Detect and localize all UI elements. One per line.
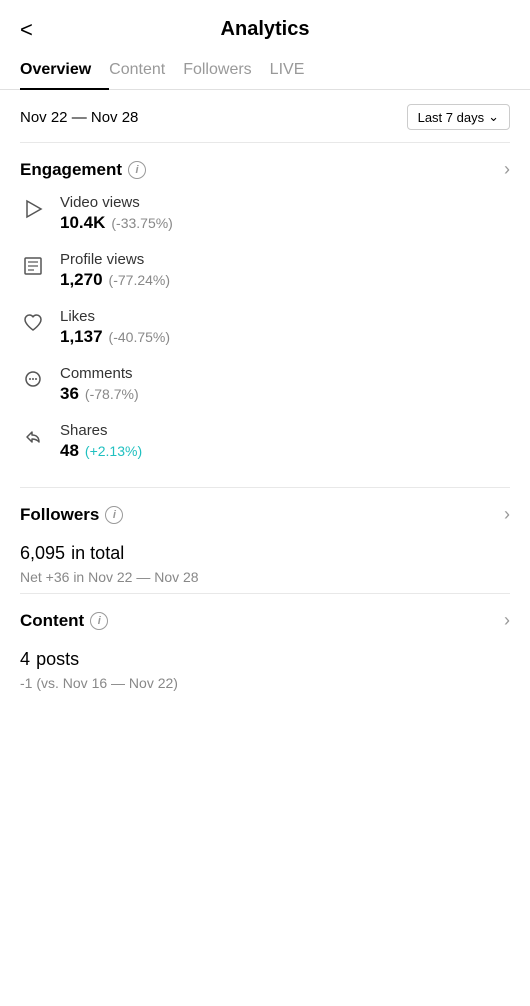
- tab-live[interactable]: LIVE: [270, 51, 323, 89]
- engagement-info-icon[interactable]: i: [128, 161, 146, 179]
- followers-section: Followers i › 6,095 in total Net +36 in …: [0, 488, 530, 593]
- comments-label: Comments: [60, 365, 510, 382]
- content-title: Content i: [20, 611, 108, 631]
- content-posts-label: posts: [36, 649, 79, 669]
- comments-content: Comments 36 (-78.7%): [60, 365, 510, 404]
- metric-comments: Comments 36 (-78.7%): [20, 365, 510, 404]
- comments-value: 36: [60, 384, 79, 404]
- engagement-section: Engagement i › Video views 10.4K (-33.75…: [0, 143, 530, 487]
- engagement-header: Engagement i ›: [20, 159, 510, 180]
- metric-video-views: Video views 10.4K (-33.75%): [20, 194, 510, 233]
- content-posts: 4 posts: [20, 645, 510, 671]
- content-chevron-icon[interactable]: ›: [504, 610, 510, 631]
- likes-value-row: 1,137 (-40.75%): [60, 327, 510, 347]
- profile-views-label: Profile views: [60, 251, 510, 268]
- profile-icon: [20, 253, 46, 279]
- profile-views-value: 1,270: [60, 270, 103, 290]
- content-compare: -1 (vs. Nov 16 — Nov 22): [20, 675, 510, 691]
- followers-header: Followers i ›: [20, 504, 510, 525]
- metric-likes: Likes 1,137 (-40.75%): [20, 308, 510, 347]
- chevron-down-icon: ⌄: [488, 109, 499, 125]
- shares-value: 48: [60, 441, 79, 461]
- likes-label: Likes: [60, 308, 510, 325]
- likes-content: Likes 1,137 (-40.75%): [60, 308, 510, 347]
- date-selector-label: Last 7 days: [418, 110, 485, 125]
- content-info-icon[interactable]: i: [90, 612, 108, 630]
- play-icon: [20, 196, 46, 222]
- tab-content[interactable]: Content: [109, 51, 183, 89]
- video-views-value: 10.4K: [60, 213, 105, 233]
- profile-views-content: Profile views 1,270 (-77.24%): [60, 251, 510, 290]
- metric-profile-views: Profile views 1,270 (-77.24%): [20, 251, 510, 290]
- engagement-chevron-icon[interactable]: ›: [504, 159, 510, 180]
- comments-change: (-78.7%): [85, 386, 139, 402]
- shares-value-row: 48 (+2.13%): [60, 441, 510, 461]
- header: < Analytics: [0, 0, 530, 51]
- profile-views-value-row: 1,270 (-77.24%): [60, 270, 510, 290]
- likes-value: 1,137: [60, 327, 103, 347]
- date-range-label: Nov 22 — Nov 28: [20, 109, 138, 126]
- share-icon: [20, 424, 46, 450]
- date-row: Nov 22 — Nov 28 Last 7 days ⌄: [0, 90, 530, 142]
- followers-total: 6,095 in total: [20, 539, 510, 565]
- followers-chevron-icon[interactable]: ›: [504, 504, 510, 525]
- tab-overview[interactable]: Overview: [20, 51, 109, 89]
- heart-icon: [20, 310, 46, 336]
- followers-title: Followers i: [20, 505, 123, 525]
- followers-total-label: in total: [71, 543, 124, 563]
- video-views-value-row: 10.4K (-33.75%): [60, 213, 510, 233]
- comment-icon: [20, 367, 46, 393]
- followers-info-icon[interactable]: i: [105, 506, 123, 524]
- page-title: Analytics: [221, 18, 310, 41]
- shares-content: Shares 48 (+2.13%): [60, 422, 510, 461]
- metric-shares: Shares 48 (+2.13%): [20, 422, 510, 461]
- video-views-content: Video views 10.4K (-33.75%): [60, 194, 510, 233]
- content-header: Content i ›: [20, 610, 510, 631]
- shares-label: Shares: [60, 422, 510, 439]
- back-button[interactable]: <: [20, 17, 33, 43]
- followers-net: Net +36 in Nov 22 — Nov 28: [20, 569, 510, 585]
- tabs-container: Overview Content Followers LIVE: [0, 51, 530, 90]
- profile-views-change: (-77.24%): [109, 272, 170, 288]
- tab-followers[interactable]: Followers: [183, 51, 269, 89]
- likes-change: (-40.75%): [109, 329, 170, 345]
- shares-change: (+2.13%): [85, 443, 142, 459]
- comments-value-row: 36 (-78.7%): [60, 384, 510, 404]
- content-section: Content i › 4 posts -1 (vs. Nov 16 — Nov…: [0, 594, 530, 699]
- engagement-title: Engagement i: [20, 160, 146, 180]
- date-selector[interactable]: Last 7 days ⌄: [407, 104, 510, 130]
- video-views-change: (-33.75%): [111, 215, 172, 231]
- video-views-label: Video views: [60, 194, 510, 211]
